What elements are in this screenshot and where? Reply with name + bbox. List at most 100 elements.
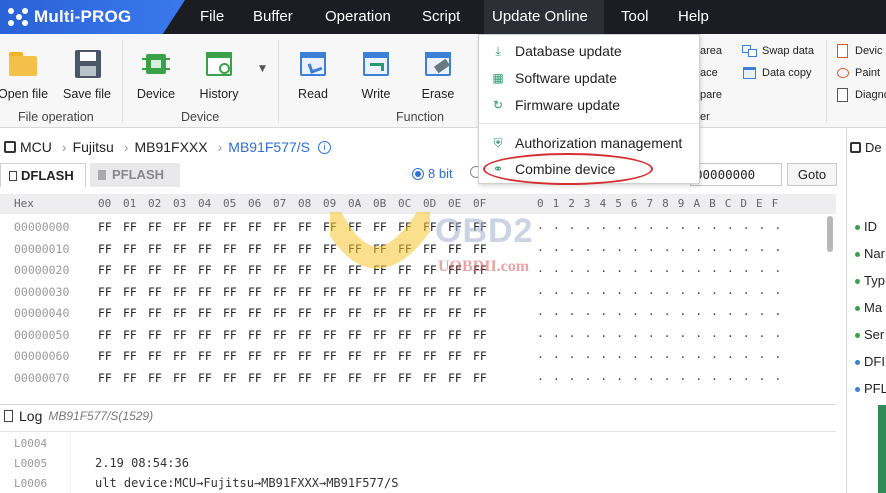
hex-byte-cell[interactable]: FF xyxy=(423,306,437,320)
history-dropdown-icon[interactable]: ▼ xyxy=(259,64,266,74)
hex-byte-cell[interactable]: FF xyxy=(398,328,412,342)
partial-area-label[interactable]: area xyxy=(700,45,722,57)
hex-byte-cell[interactable]: FF xyxy=(473,328,487,342)
hex-editor[interactable]: Hex 0 1 2 3 4 5 6 7 8 9 A B C D E F 00 01… xyxy=(0,194,836,390)
swap-data-button[interactable]: Swap data xyxy=(742,44,814,58)
hex-byte-cell[interactable]: FF xyxy=(123,306,137,320)
hex-byte-cell[interactable]: FF xyxy=(223,263,237,277)
menu-update-online[interactable]: Update Online xyxy=(484,0,604,34)
tab-pflash[interactable]: PFLASH xyxy=(90,163,180,187)
hex-byte-cell[interactable]: FF xyxy=(248,306,262,320)
hex-byte-cell[interactable]: FF xyxy=(198,349,212,363)
hex-byte-cell[interactable]: FF xyxy=(223,349,237,363)
diagnose-button[interactable]: Diagno xyxy=(835,88,886,102)
hex-byte-cell[interactable]: FF xyxy=(323,285,337,299)
radio-8bit[interactable]: 8 bit xyxy=(412,166,453,181)
hex-byte-cell[interactable]: FF xyxy=(373,263,387,277)
hex-byte-cell[interactable]: FF xyxy=(273,242,287,256)
info-icon[interactable]: i xyxy=(318,140,331,154)
hex-byte-cell[interactable]: FF xyxy=(123,328,137,342)
hex-byte-cell[interactable]: FF xyxy=(173,220,187,234)
hex-byte-cell[interactable]: FF xyxy=(373,285,387,299)
breadcrumb-mcu[interactable]: MCU xyxy=(20,139,52,155)
hex-byte-cell[interactable]: FF xyxy=(223,220,237,234)
hex-byte-cell[interactable]: FF xyxy=(348,263,362,277)
hex-byte-cell[interactable]: FF xyxy=(173,285,187,299)
menu-buffer[interactable]: Buffer xyxy=(245,0,301,34)
hex-byte-cell[interactable]: FF xyxy=(398,242,412,256)
hex-byte-cell[interactable]: FF xyxy=(248,328,262,342)
hex-byte-cell[interactable]: FF xyxy=(198,220,212,234)
hex-byte-cell[interactable]: FF xyxy=(448,371,462,385)
hex-byte-cell[interactable]: FF xyxy=(448,328,462,342)
hex-byte-cell[interactable]: FF xyxy=(273,328,287,342)
hex-byte-cell[interactable]: FF xyxy=(398,306,412,320)
hex-byte-cell[interactable]: FF xyxy=(398,285,412,299)
hex-byte-cell[interactable]: FF xyxy=(123,371,137,385)
menu-script[interactable]: Script xyxy=(414,0,468,34)
hex-byte-cell[interactable]: FF xyxy=(273,263,287,277)
write-button[interactable]: Write xyxy=(345,48,407,101)
hex-byte-cell[interactable]: FF xyxy=(248,371,262,385)
hex-byte-cell[interactable]: FF xyxy=(348,371,362,385)
hex-byte-cell[interactable]: FF xyxy=(373,306,387,320)
hex-byte-cell[interactable]: FF xyxy=(248,349,262,363)
hex-byte-cell[interactable]: FF xyxy=(373,349,387,363)
hex-row[interactable]: 00000000 FF FF FF FF FF FF FF FF FF FF FF FF FF FF FF FF… xyxy=(0,216,830,237)
goto-address-input[interactable]: 00000000 xyxy=(690,163,782,186)
hex-byte-cell[interactable]: FF xyxy=(298,285,312,299)
hex-byte-cell[interactable]: FF xyxy=(348,328,362,342)
hex-byte-cell[interactable]: FF xyxy=(223,242,237,256)
hex-byte-cell[interactable]: FF xyxy=(423,371,437,385)
hex-byte-cell[interactable]: FF xyxy=(273,349,287,363)
hex-byte-cell[interactable]: FF xyxy=(373,220,387,234)
hex-byte-cell[interactable]: FF xyxy=(148,328,162,342)
hex-byte-cell[interactable]: FF xyxy=(148,263,162,277)
hex-byte-cell[interactable]: FF xyxy=(173,263,187,277)
hex-byte-cell[interactable]: FF xyxy=(298,242,312,256)
hex-scrollbar[interactable] xyxy=(827,216,833,252)
hex-byte-cell[interactable]: FF xyxy=(123,263,137,277)
hex-byte-cell[interactable]: FF xyxy=(98,371,112,385)
hex-byte-cell[interactable]: FF xyxy=(123,285,137,299)
hex-row[interactable]: 00000060 FF FF FF FF FF FF FF FF FF FF FF FF FF FF FF FF… xyxy=(0,345,830,366)
hex-row[interactable]: 00000040 FF FF FF FF FF FF FF FF FF FF FF FF FF FF FF FF… xyxy=(0,302,830,323)
hex-byte-cell[interactable]: FF xyxy=(248,242,262,256)
hex-byte-cell[interactable]: FF xyxy=(198,263,212,277)
breadcrumb-fujitsu[interactable]: Fujitsu xyxy=(73,139,114,155)
hex-row[interactable]: 00000050 FF FF FF FF FF FF FF FF FF FF FF FF FF FF FF FF… xyxy=(0,324,830,345)
hex-byte-cell[interactable]: FF xyxy=(123,242,137,256)
hex-byte-cell[interactable]: FF xyxy=(248,263,262,277)
hex-byte-cell[interactable]: FF xyxy=(398,371,412,385)
hex-byte-cell[interactable]: FF xyxy=(323,349,337,363)
hex-byte-cell[interactable]: FF xyxy=(398,263,412,277)
hex-byte-cell[interactable]: FF xyxy=(173,242,187,256)
hex-byte-cell[interactable]: FF xyxy=(473,306,487,320)
tab-dflash[interactable]: DFLASH xyxy=(0,163,86,187)
hex-byte-cell[interactable]: FF xyxy=(98,306,112,320)
hex-byte-cell[interactable]: FF xyxy=(273,285,287,299)
hex-byte-cell[interactable]: FF xyxy=(423,328,437,342)
hex-byte-cell[interactable]: FF xyxy=(273,306,287,320)
hex-byte-cell[interactable]: FF xyxy=(148,242,162,256)
hex-byte-cell[interactable]: FF xyxy=(223,371,237,385)
hex-byte-cell[interactable]: FF xyxy=(223,285,237,299)
hex-byte-cell[interactable]: FF xyxy=(98,220,112,234)
hex-byte-cell[interactable]: FF xyxy=(373,328,387,342)
hex-byte-cell[interactable]: FF xyxy=(173,328,187,342)
hex-byte-cell[interactable]: FF xyxy=(173,349,187,363)
hex-byte-cell[interactable]: FF xyxy=(298,263,312,277)
partial-ace-label[interactable]: ace xyxy=(700,67,718,79)
hex-byte-cell[interactable]: FF xyxy=(148,306,162,320)
paint-button[interactable]: Paint xyxy=(835,66,880,80)
hex-byte-cell[interactable]: FF xyxy=(98,242,112,256)
hex-byte-cell[interactable]: FF xyxy=(98,263,112,277)
hex-byte-cell[interactable]: FF xyxy=(298,328,312,342)
hex-byte-cell[interactable]: FF xyxy=(273,371,287,385)
hex-byte-cell[interactable]: FF xyxy=(423,285,437,299)
hex-byte-cell[interactable]: FF xyxy=(348,220,362,234)
hex-byte-cell[interactable]: FF xyxy=(223,328,237,342)
menu-item-database-update[interactable]: ⤓ Database update xyxy=(479,39,699,63)
hex-byte-cell[interactable]: FF xyxy=(323,263,337,277)
hex-row[interactable]: 00000010 FF FF FF FF FF FF FF FF FF FF FF FF FF FF FF FF… xyxy=(0,238,830,259)
